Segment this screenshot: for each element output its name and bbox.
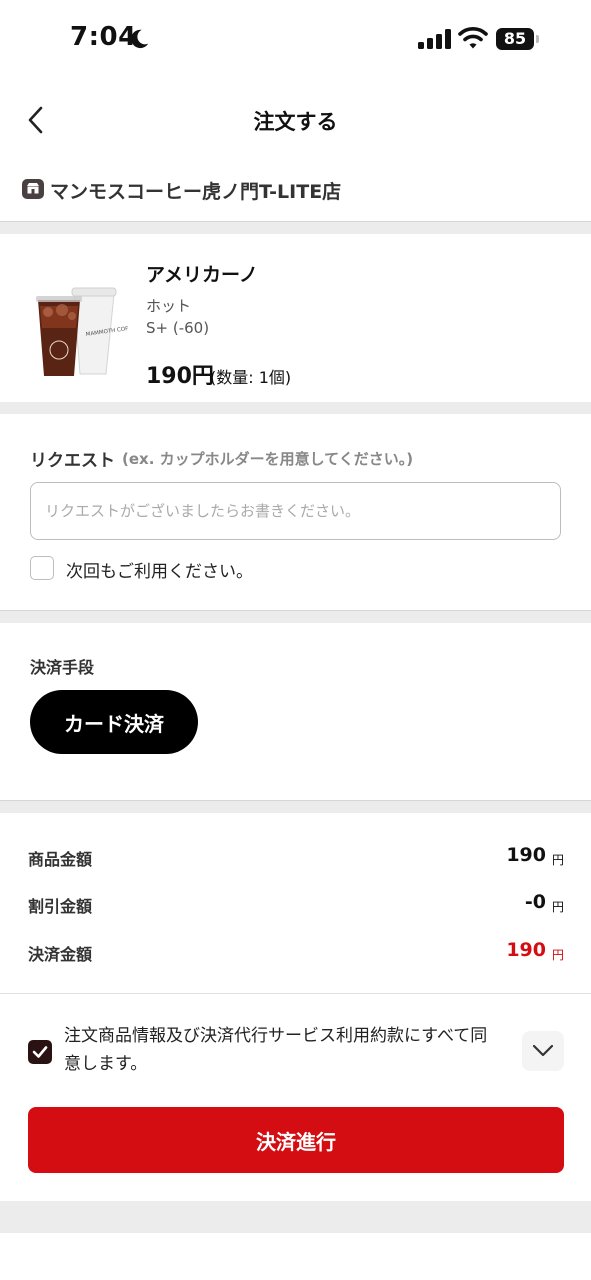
product-image: MAMMOTH COFFEE [36, 287, 128, 376]
proceed-payment-button[interactable]: 決済進行 [28, 1107, 564, 1173]
battery-level: 85 [496, 28, 534, 50]
nav-header: 注文する [0, 80, 591, 160]
signal-icon [418, 29, 451, 49]
summary-value-total: 190 [506, 939, 546, 961]
expand-terms-button[interactable] [522, 1031, 564, 1071]
check-icon [32, 1046, 48, 1058]
store-icon [22, 179, 44, 199]
product-quantity: (数量: 1個) [210, 368, 292, 387]
reuse-checkbox[interactable] [30, 556, 54, 580]
request-input[interactable] [30, 482, 561, 540]
product-option-size: S+ (-60) [146, 319, 210, 337]
agree-checkbox[interactable] [28, 1040, 52, 1064]
summary-value: -0 [524, 891, 546, 913]
page-title: 注文する [253, 110, 338, 134]
section-divider [0, 402, 591, 414]
product-price: 190円 [146, 364, 214, 389]
product-option-temperature: ホット [146, 297, 192, 315]
payment-section: 決済手段 カード決済 [0, 622, 591, 800]
summary-unit: 円 [551, 853, 564, 867]
summary-value: 190 [506, 844, 546, 866]
product-name: アメリカーノ [146, 264, 258, 286]
section-divider [0, 221, 591, 234]
battery-icon: 85 [496, 28, 540, 50]
summary-label: 割引金額 [28, 897, 93, 916]
summary-label: 商品金額 [28, 850, 93, 869]
summary-row-subtotal: 商品金額 190 円 [28, 844, 564, 876]
product-card: MAMMOTH COFFEE アメリカーノ ホット S+ (-60) 190円 … [0, 234, 591, 402]
agreement-text[interactable]: 注文商品情報及び決済代行サービス利用約款にすべて同意します。 [64, 1022, 504, 1078]
status-bar: 7:04 85 [0, 0, 591, 80]
moon-icon [131, 29, 149, 49]
summary-section: 商品金額 190 円 割引金額 -0 円 決済金額 190 円 [0, 812, 591, 992]
summary-label: 決済金額 [28, 945, 93, 964]
request-hint: (ex. カップホルダーを用意してください。) [122, 450, 414, 468]
summary-unit: 円 [551, 900, 564, 914]
request-section: リクエスト (ex. カップホルダーを用意してください。) 次回もご利用ください… [0, 414, 591, 610]
payment-method-label: 決済手段 [30, 658, 95, 677]
summary-row-total: 決済金額 190 円 [28, 939, 564, 971]
store-row: マンモスコーヒー虎ノ門T-LITE店 [0, 160, 591, 220]
chevron-down-icon [532, 1044, 554, 1057]
status-time: 7:04 [70, 22, 137, 52]
summary-row-discount: 割引金額 -0 円 [28, 891, 564, 923]
summary-unit: 円 [551, 948, 564, 962]
divider [0, 993, 591, 994]
bottom-band [0, 1201, 591, 1233]
battery-cap [536, 35, 539, 43]
request-label: リクエスト [30, 451, 115, 471]
store-name: マンモスコーヒー虎ノ門T-LITE店 [50, 181, 342, 203]
reuse-label[interactable]: 次回もご利用ください。 [66, 557, 253, 582]
card-payment-button[interactable]: カード決済 [30, 690, 198, 754]
wifi-icon [458, 27, 488, 49]
